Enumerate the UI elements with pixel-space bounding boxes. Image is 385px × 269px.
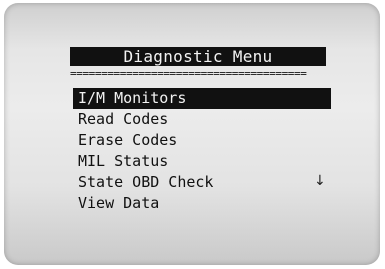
- menu-title: Diagnostic Menu: [70, 47, 326, 66]
- menu-item-erase-codes[interactable]: Erase Codes: [73, 130, 331, 151]
- lcd-screen: Diagnostic Menu ========================…: [4, 3, 380, 265]
- menu-item-im-monitors[interactable]: I/M Monitors: [73, 88, 331, 109]
- diagnostic-menu: I/M Monitors Read Codes Erase Codes MIL Sta…: [73, 88, 331, 214]
- menu-item-mil-status[interactable]: MIL Status: [73, 151, 331, 172]
- title-separator: ======================================: [70, 69, 307, 79]
- arrow-down-icon[interactable]: ↓: [314, 173, 326, 189]
- menu-item-view-data[interactable]: View Data: [73, 193, 331, 214]
- menu-item-read-codes[interactable]: Read Codes: [73, 109, 331, 130]
- menu-item-state-obd-check[interactable]: State OBD Check: [73, 172, 331, 193]
